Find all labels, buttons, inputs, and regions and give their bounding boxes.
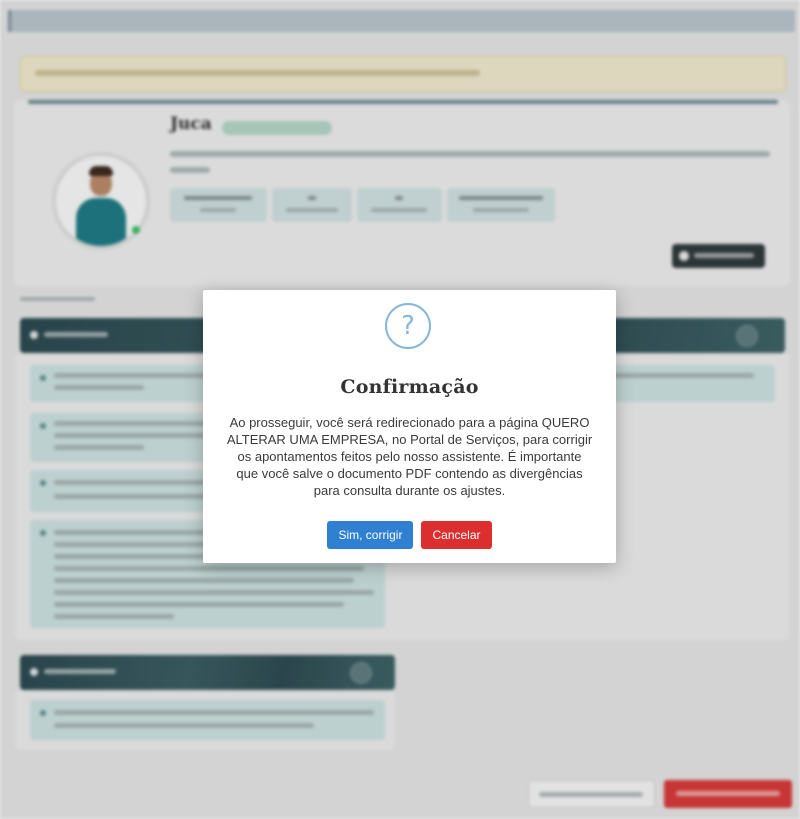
dialog-title: Confirmação	[340, 376, 479, 398]
confirm-button[interactable]: Sim, corrigir	[327, 521, 414, 549]
cancel-button[interactable]: Cancelar	[421, 521, 492, 549]
dialog-actions: Sim, corrigir Cancelar	[203, 521, 616, 549]
dialog-message: Ao prosseguir, você será redirecionado p…	[226, 415, 593, 498]
question-mark-icon: ?	[385, 303, 431, 349]
confirmation-dialog: ? Confirmação Ao prosseguir, você será r…	[203, 290, 616, 563]
